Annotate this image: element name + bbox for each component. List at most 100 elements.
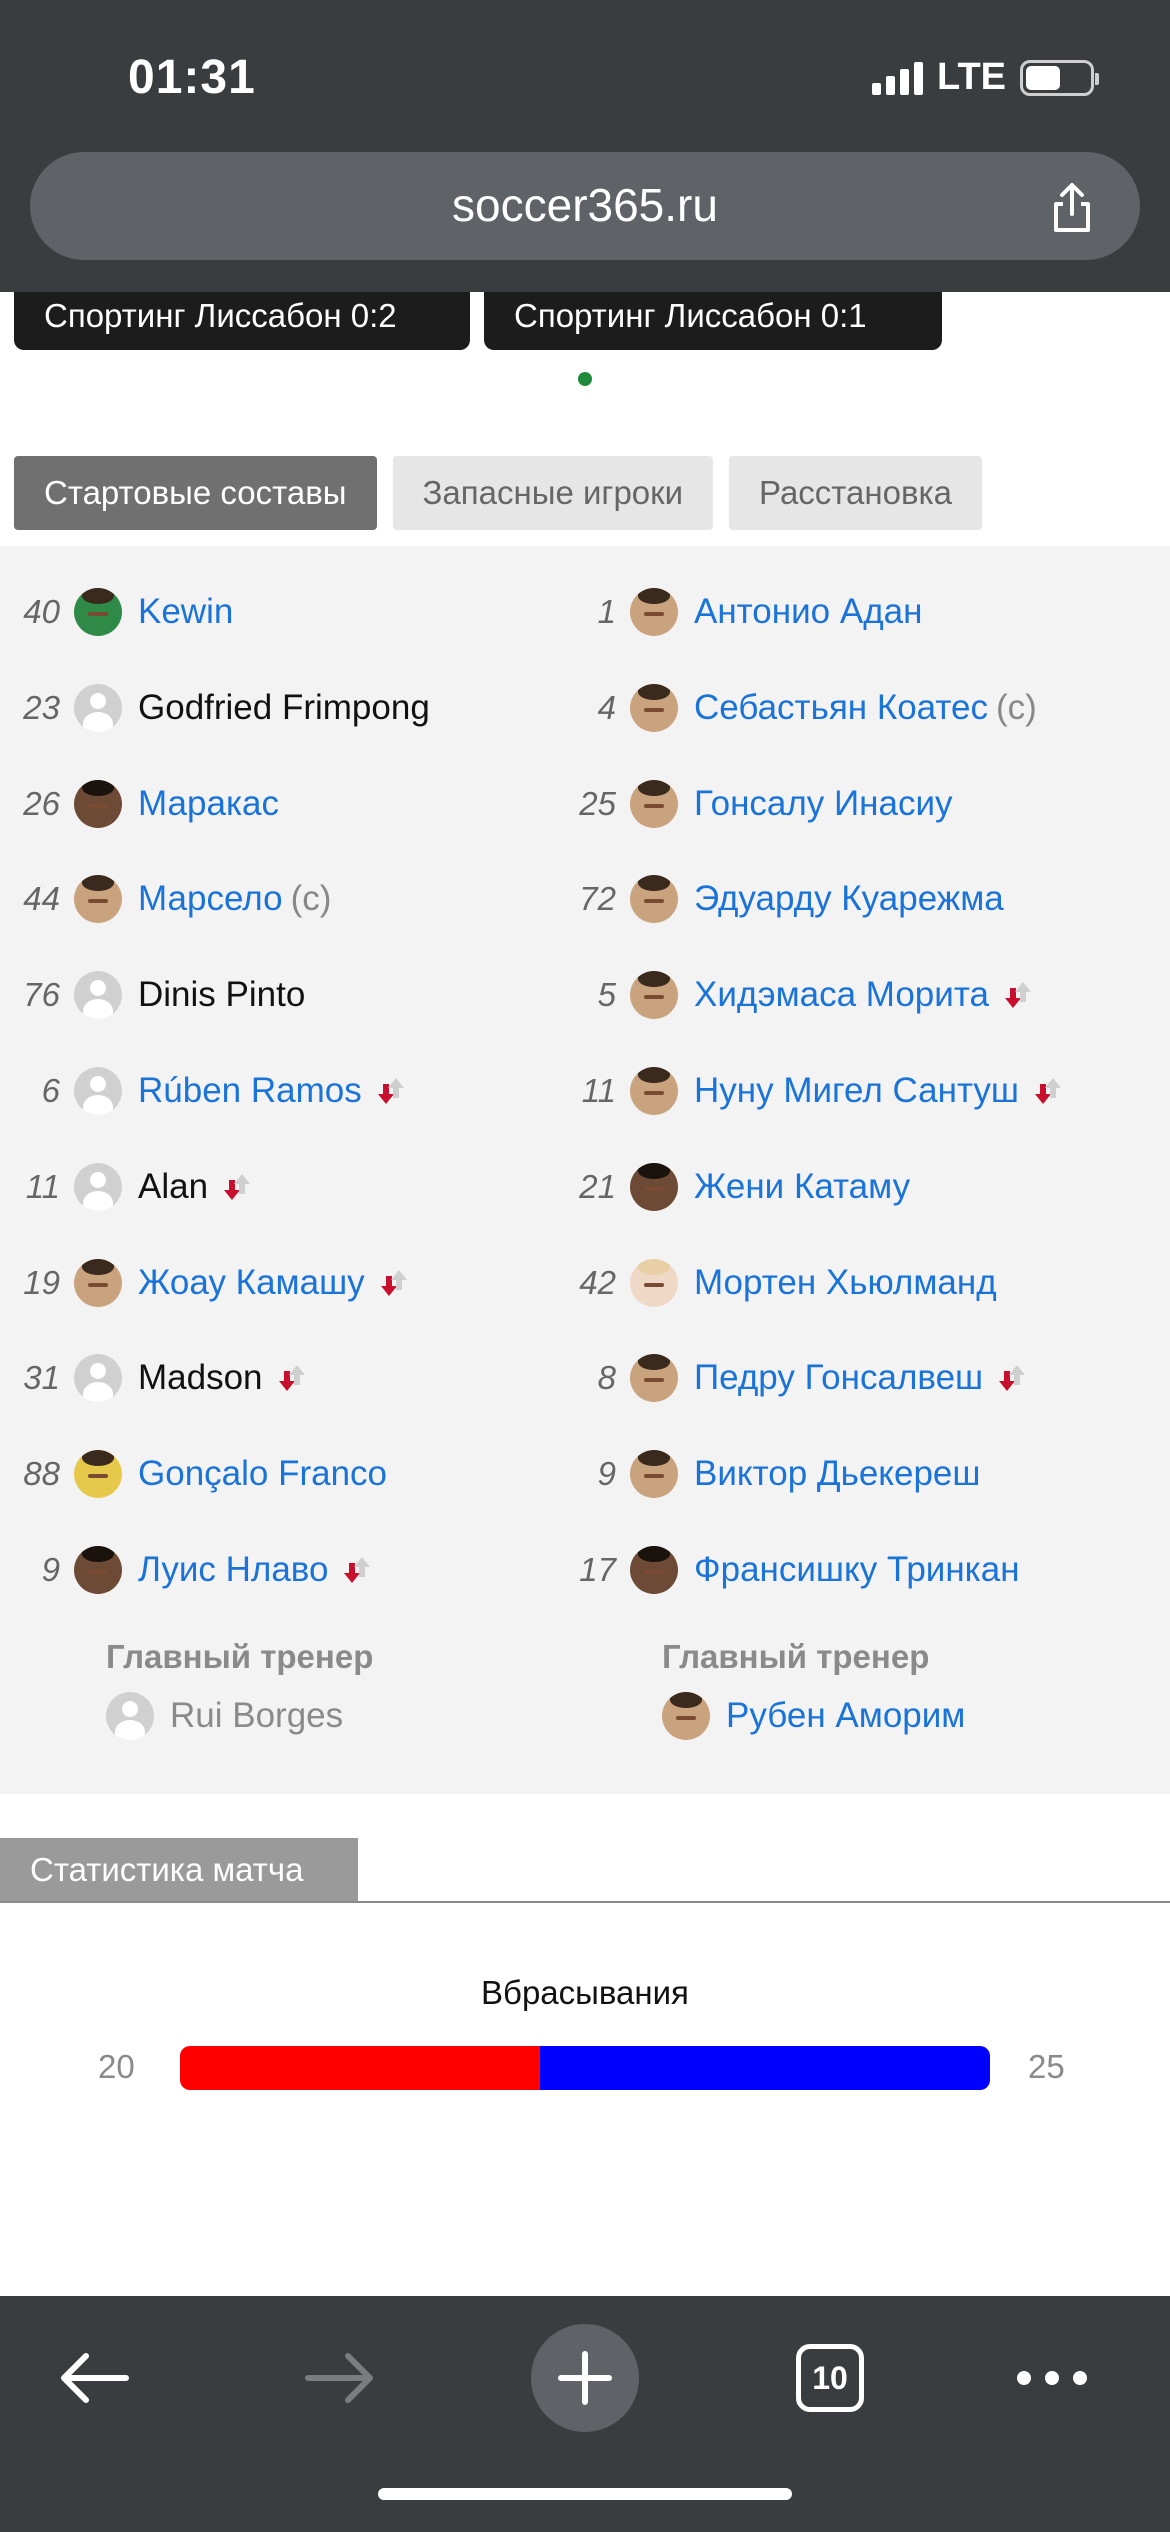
player-number: 40 [23,593,60,630]
arrow-right-icon [305,2353,373,2403]
player-name[interactable]: Rúben Ramos [138,1071,362,1111]
player-name[interactable]: Нуну Мигел Сантуш [694,1071,1019,1111]
avatar [630,779,678,828]
player-row[interactable]: 26 Маракас [0,774,279,834]
captain-mark: (c) [290,879,332,919]
player-row[interactable]: 88 Gonçalo Franco [0,1444,387,1504]
player-name[interactable]: Виктор Дьекереш [694,1454,980,1494]
away-coach-name[interactable]: Рубен Аморим [726,1696,965,1736]
player-number: 26 [23,784,60,822]
avatar [74,1354,122,1403]
player-row[interactable]: 11 Нуну Мигел Сантуш [556,1061,1065,1121]
player-name[interactable]: Жоау Камашу [138,1263,365,1303]
player-row[interactable]: 40 Kewin [0,582,233,642]
menu-button[interactable] [992,2318,1112,2438]
player-row[interactable]: 44 Марсело (c) [0,869,331,929]
player-row[interactable]: 9 Луис Нлаво [0,1540,374,1600]
player-number: 9 [597,1455,616,1493]
avatar [630,875,678,924]
player-name[interactable]: Себастьян Коатес [694,688,988,728]
news-title: Спортинг Лиссабон 0:2 [44,297,397,334]
news-card[interactable]: Спортинг Лиссабон 0:2 [14,292,470,350]
substitution-icon [220,1170,254,1204]
arrow-left-icon [61,2353,129,2403]
player-name[interactable]: Gonçalo Franco [138,1454,387,1494]
back-button[interactable] [34,2318,154,2438]
player-name[interactable]: Марсело [138,879,283,919]
new-tab-button[interactable] [525,2318,645,2438]
avatar [630,1258,678,1307]
battery-icon [1020,59,1099,96]
player-name[interactable]: Франсишку Тринкан [694,1550,1020,1590]
avatar [630,1354,678,1403]
signal-icon [872,61,924,95]
player-name[interactable]: Хидэмаса Морита [694,975,989,1015]
player-name: Alan [138,1166,209,1206]
stat-bar-away [540,2046,990,2090]
news-title: Спортинг Лиссабон 0:1 [514,297,867,334]
avatar [74,1546,122,1594]
player-name[interactable]: Педру Гонсалвеш [694,1358,983,1398]
avatar [74,1258,122,1307]
substitution-icon [374,1074,408,1108]
avatar [74,1450,122,1499]
away-coach-label: Главный тренер [662,1638,930,1675]
player-name[interactable]: Луис Нлаво [138,1550,328,1590]
news-card[interactable]: Спортинг Лиссабон 0:1 [484,292,942,350]
player-name[interactable]: Гонсалу Инасиу [694,784,953,824]
player-row[interactable]: 9 Виктор Дьекереш [556,1444,980,1504]
player-name[interactable]: Антонио Адан [694,592,922,632]
player-name: Dinis Pinto [138,975,306,1015]
player-row[interactable]: 5 Хидэмаса Морита [556,965,1035,1025]
avatar [106,1692,154,1740]
away-coach[interactable]: Рубен Аморим [662,1690,965,1742]
player-row[interactable]: 6 Rúben Ramos [0,1061,408,1121]
tabs-button[interactable]: 10 [770,2318,890,2438]
player-number: 6 [41,1072,60,1109]
player-number: 76 [23,976,60,1014]
browser-chrome: 01:31 LTE soccer365.ru [0,0,1170,292]
captain-mark: (c) [995,687,1037,727]
player-row[interactable]: 4 Себастьян Коатес (c) [556,678,1037,738]
more-dots-icon [1017,2371,1087,2385]
player-row[interactable]: 42 Мортен Хьюлманд [556,1253,997,1313]
home-coach-name: Rui Borges [170,1696,344,1735]
player-name[interactable]: Мортен Хьюлманд [694,1263,997,1303]
carousel-dot[interactable] [578,372,592,386]
player-name[interactable]: Маракас [138,784,279,824]
player-row[interactable]: 8 Педру Гонсалвеш [556,1348,1029,1408]
forward-button[interactable] [280,2318,400,2438]
player-number: 5 [597,976,616,1014]
player-name: Godfried Frimpong [138,687,430,727]
player-name[interactable]: Kewin [138,592,233,632]
tab-starting-lineups[interactable]: Стартовые составы [14,456,377,530]
share-icon[interactable] [1044,180,1100,236]
player-row[interactable]: 25 Гонсалу Инасиу [556,774,953,834]
tab-match-stats[interactable]: Статистика матча [0,1838,358,1902]
tab-formation[interactable]: Расстановка [729,456,983,530]
player-number: 88 [23,1455,60,1493]
player-name: Madson [138,1358,263,1398]
player-number: 31 [23,1359,60,1397]
url-bar[interactable]: soccer365.ru [30,152,1140,260]
player-row[interactable]: 17 Франсишку Тринкан [556,1540,1020,1600]
player-row: 31 Madson [0,1348,309,1408]
player-name[interactable]: Жени Катаму [694,1167,910,1207]
player-row[interactable]: 1 Антонио Адан [556,582,922,642]
status-indicators: LTE [872,56,1099,99]
url-text[interactable]: soccer365.ru [30,178,1140,232]
avatar [74,1067,122,1115]
tabs-count-icon: 10 [796,2344,864,2412]
player-row: 76 Dinis Pinto [0,965,305,1025]
tab-substitutes[interactable]: Запасные игроки [392,456,714,530]
lineup-tabs: Стартовые составы Запасные игроки Расста… [14,456,983,530]
avatar [630,1067,678,1115]
avatar [630,1546,678,1594]
player-name[interactable]: Эдуарду Куарежма [694,879,1004,919]
player-row[interactable]: 19 Жоау Камашу [0,1253,411,1313]
player-row[interactable]: 72 Эдуарду Куарежма [556,869,1004,929]
substitution-icon [1001,978,1035,1012]
avatar [630,588,678,636]
player-row[interactable]: 21 Жени Катаму [556,1157,910,1217]
substitution-icon [340,1553,374,1587]
